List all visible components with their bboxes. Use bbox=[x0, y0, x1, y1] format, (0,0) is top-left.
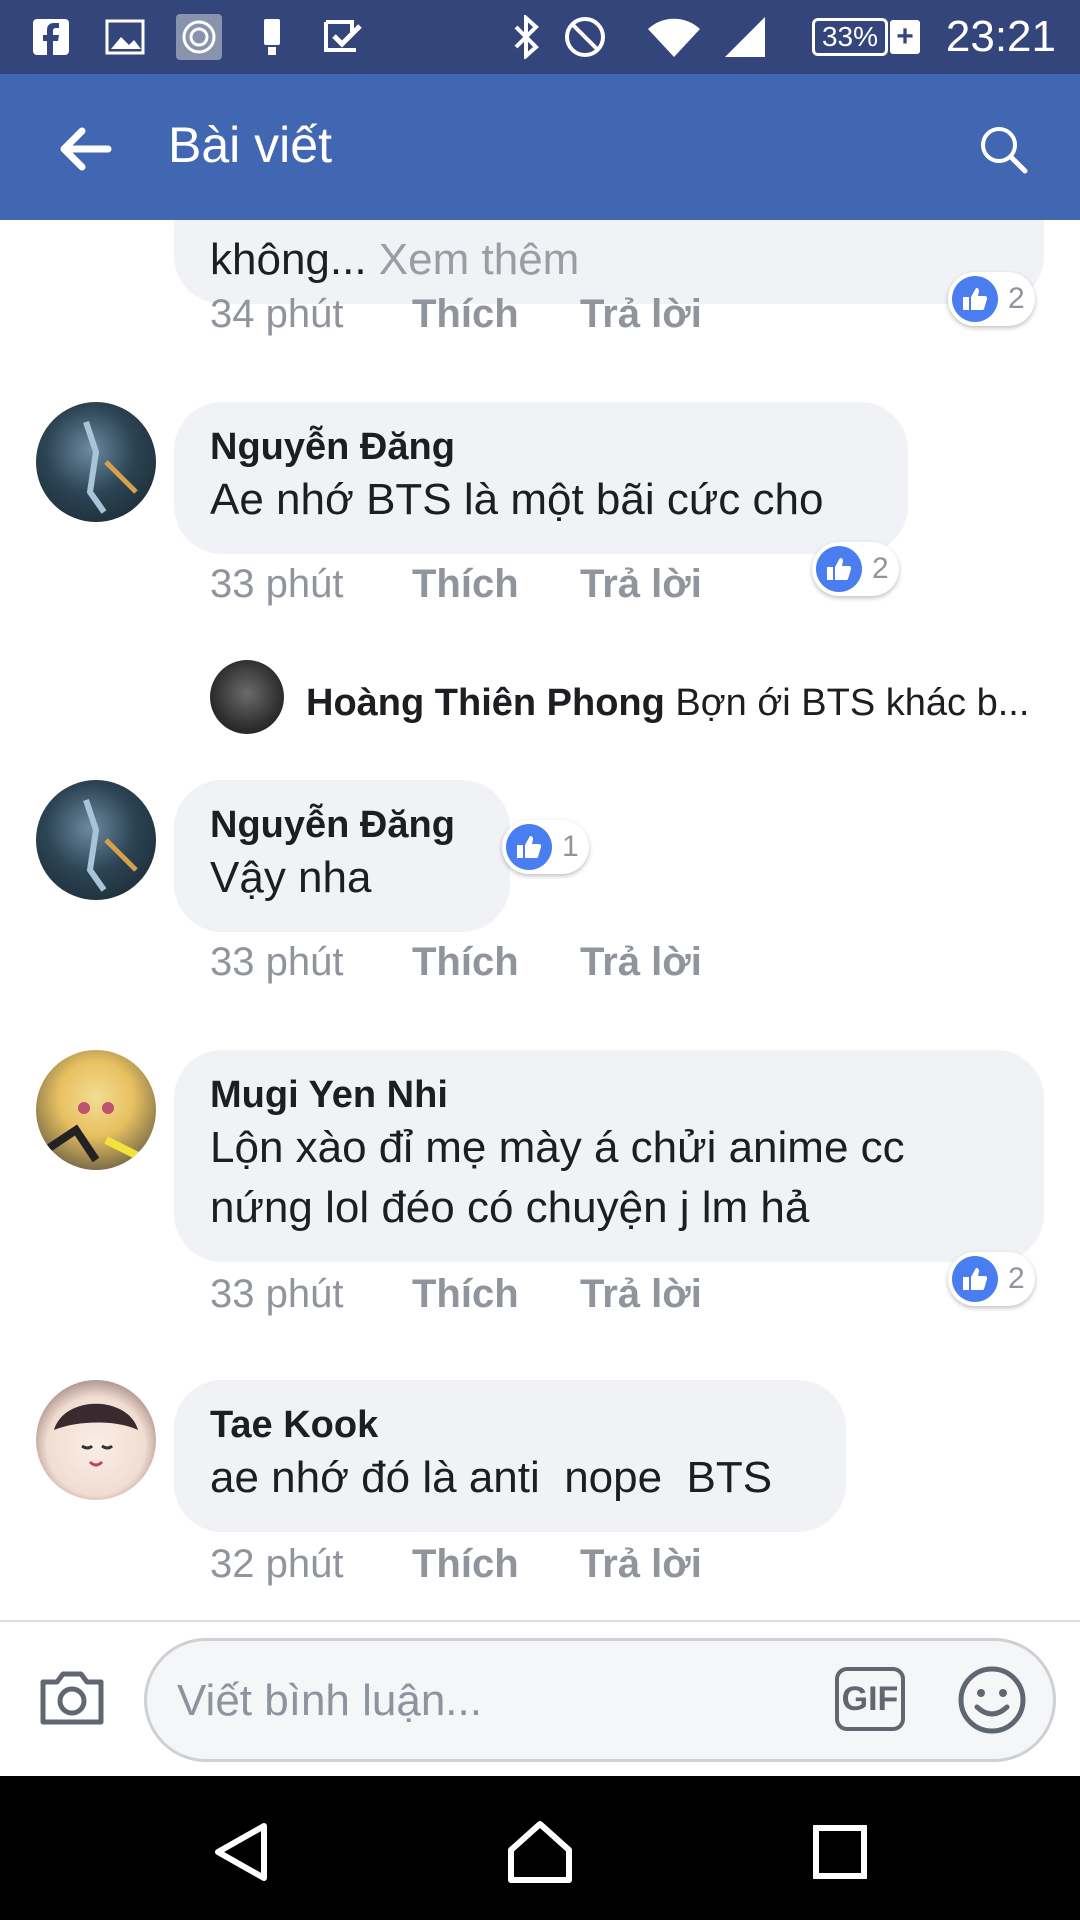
comment-time: 33 phút bbox=[210, 940, 344, 984]
thumbs-up-icon bbox=[952, 276, 998, 322]
search-button[interactable] bbox=[970, 116, 1036, 182]
recents-icon bbox=[813, 1825, 867, 1879]
comment-author[interactable]: Nguyễn Đăng bbox=[210, 424, 872, 470]
like-button[interactable]: Thích bbox=[412, 1542, 519, 1587]
comment-bubble: Nguyễn Đăng Vậy nha bbox=[174, 780, 510, 932]
comment-composer: GIF bbox=[0, 1620, 1080, 1776]
status-bar: 33% + 23:21 bbox=[0, 0, 1080, 74]
comment-text-line: nứng lol đéo có chuyện j lm hả bbox=[210, 1183, 810, 1232]
like-count-badge[interactable]: 1 bbox=[502, 820, 589, 874]
like-count-badge[interactable]: 2 bbox=[948, 1252, 1035, 1306]
image-icon bbox=[102, 14, 148, 60]
comment-meta: 33 phút Thích Trả lời bbox=[210, 1272, 810, 1322]
reply-button[interactable]: Trả lời bbox=[580, 1272, 702, 1317]
reply-button[interactable]: Trả lời bbox=[580, 940, 702, 985]
like-count: 2 bbox=[1008, 1262, 1025, 1295]
avatar[interactable] bbox=[36, 780, 156, 900]
comment-meta: 33 phút Thích Trả lời bbox=[210, 562, 810, 612]
comment-meta: 32 phút Thích Trả lời bbox=[210, 1542, 810, 1592]
avatar[interactable] bbox=[36, 1050, 156, 1170]
like-button[interactable]: Thích bbox=[412, 1272, 519, 1317]
search-icon bbox=[981, 127, 1028, 174]
comment-time: 34 phút bbox=[210, 292, 344, 336]
reply-button[interactable]: Trả lời bbox=[580, 1542, 702, 1587]
nav-recents-button[interactable] bbox=[800, 1812, 880, 1892]
wifi-icon bbox=[644, 14, 704, 60]
thumbs-up-icon bbox=[506, 824, 552, 870]
back-triangle-icon bbox=[215, 1823, 267, 1881]
comment-input[interactable] bbox=[175, 1663, 819, 1739]
page-title: Bài viết bbox=[168, 117, 332, 173]
back-button[interactable] bbox=[50, 114, 120, 184]
phone-usb-icon bbox=[250, 14, 296, 60]
like-button[interactable]: Thích bbox=[412, 562, 519, 607]
bluetooth-icon bbox=[504, 14, 550, 60]
like-button[interactable]: Thích bbox=[412, 940, 519, 985]
avatar[interactable] bbox=[36, 1380, 156, 1500]
like-count: 2 bbox=[1008, 282, 1025, 315]
comment-time: 32 phút bbox=[210, 1542, 344, 1586]
reply-text: Bợn ới BTS khác b... bbox=[675, 682, 1030, 724]
comment-bubble: Nguyễn Đăng Ae nhớ BTS là một bãi cức ch… bbox=[174, 402, 908, 554]
thumbs-up-icon bbox=[952, 1256, 998, 1302]
camera-lens-icon bbox=[176, 14, 222, 60]
home-icon bbox=[508, 1821, 572, 1883]
app-bar: Bài viết bbox=[0, 74, 1080, 220]
reply-preview[interactable]: Hoàng Thiên Phong Bợn ới BTS khác b... bbox=[306, 682, 1029, 725]
comment-field: GIF bbox=[144, 1638, 1056, 1762]
navigation-bar bbox=[0, 1776, 1080, 1920]
nav-back-button[interactable] bbox=[200, 1812, 280, 1892]
reply-author: Hoàng Thiên Phong bbox=[306, 682, 665, 724]
facebook-icon bbox=[28, 14, 74, 60]
comment-author[interactable]: Mugi Yen Nhi bbox=[210, 1072, 1008, 1118]
emoji-button[interactable] bbox=[955, 1663, 1029, 1737]
back-arrow-icon bbox=[60, 127, 112, 171]
like-count: 1 bbox=[562, 830, 579, 863]
checkmark-icon bbox=[320, 14, 366, 60]
comment-text: Ae nhớ BTS là một bãi cức cho bbox=[210, 475, 824, 524]
reply-avatar[interactable] bbox=[210, 660, 284, 734]
reply-button[interactable]: Trả lời bbox=[580, 562, 702, 607]
nav-home-button[interactable] bbox=[500, 1812, 580, 1892]
like-count: 2 bbox=[872, 552, 889, 585]
comment-time: 33 phút bbox=[210, 1272, 344, 1316]
gif-icon: GIF bbox=[841, 1679, 899, 1718]
like-count-badge[interactable]: 2 bbox=[948, 272, 1035, 326]
comment-meta: 34 phút Thích Trả lời bbox=[210, 292, 810, 342]
comment-time: 33 phút bbox=[210, 562, 344, 606]
comment-meta: 33 phút Thích Trả lời bbox=[210, 940, 810, 990]
comment-author[interactable]: Tae Kook bbox=[210, 1402, 810, 1448]
charging-icon: + bbox=[890, 20, 920, 54]
clock: 23:21 bbox=[945, 12, 1056, 61]
battery-icon: 33% bbox=[812, 18, 888, 56]
thumbs-up-icon bbox=[816, 546, 862, 592]
gif-button[interactable]: GIF bbox=[835, 1667, 905, 1731]
comment-text: không... Xem thêm bbox=[210, 235, 580, 284]
battery-level: 33% bbox=[821, 21, 879, 52]
comment-text: ae nhớ đó là anti nope BTS bbox=[210, 1453, 773, 1502]
signal-icon bbox=[722, 14, 768, 60]
comment-bubble: Tae Kook ae nhớ đó là anti nope BTS bbox=[174, 1380, 846, 1532]
like-button[interactable]: Thích bbox=[412, 292, 519, 337]
camera-icon bbox=[40, 1671, 104, 1725]
see-more-link[interactable]: Xem thêm bbox=[379, 235, 580, 284]
comment-bubble: Mugi Yen Nhi Lộn xào đỉ mẹ mày á chửi an… bbox=[174, 1050, 1044, 1262]
comment-text-line: Lộn xào đỉ mẹ mày á chửi anime cc bbox=[210, 1123, 905, 1172]
camera-button[interactable] bbox=[34, 1660, 110, 1736]
comment-author[interactable]: Nguyễn Đăng bbox=[210, 802, 474, 848]
avatar[interactable] bbox=[36, 402, 156, 522]
like-count-badge[interactable]: 2 bbox=[812, 542, 899, 596]
emoji-icon bbox=[958, 1666, 1026, 1734]
no-disturb-icon bbox=[562, 14, 608, 60]
comment-text: Vậy nha bbox=[210, 853, 372, 902]
comments-list: không... Xem thêm 34 phút Thích Trả lời … bbox=[0, 220, 1080, 1620]
reply-button[interactable]: Trả lời bbox=[580, 292, 702, 337]
